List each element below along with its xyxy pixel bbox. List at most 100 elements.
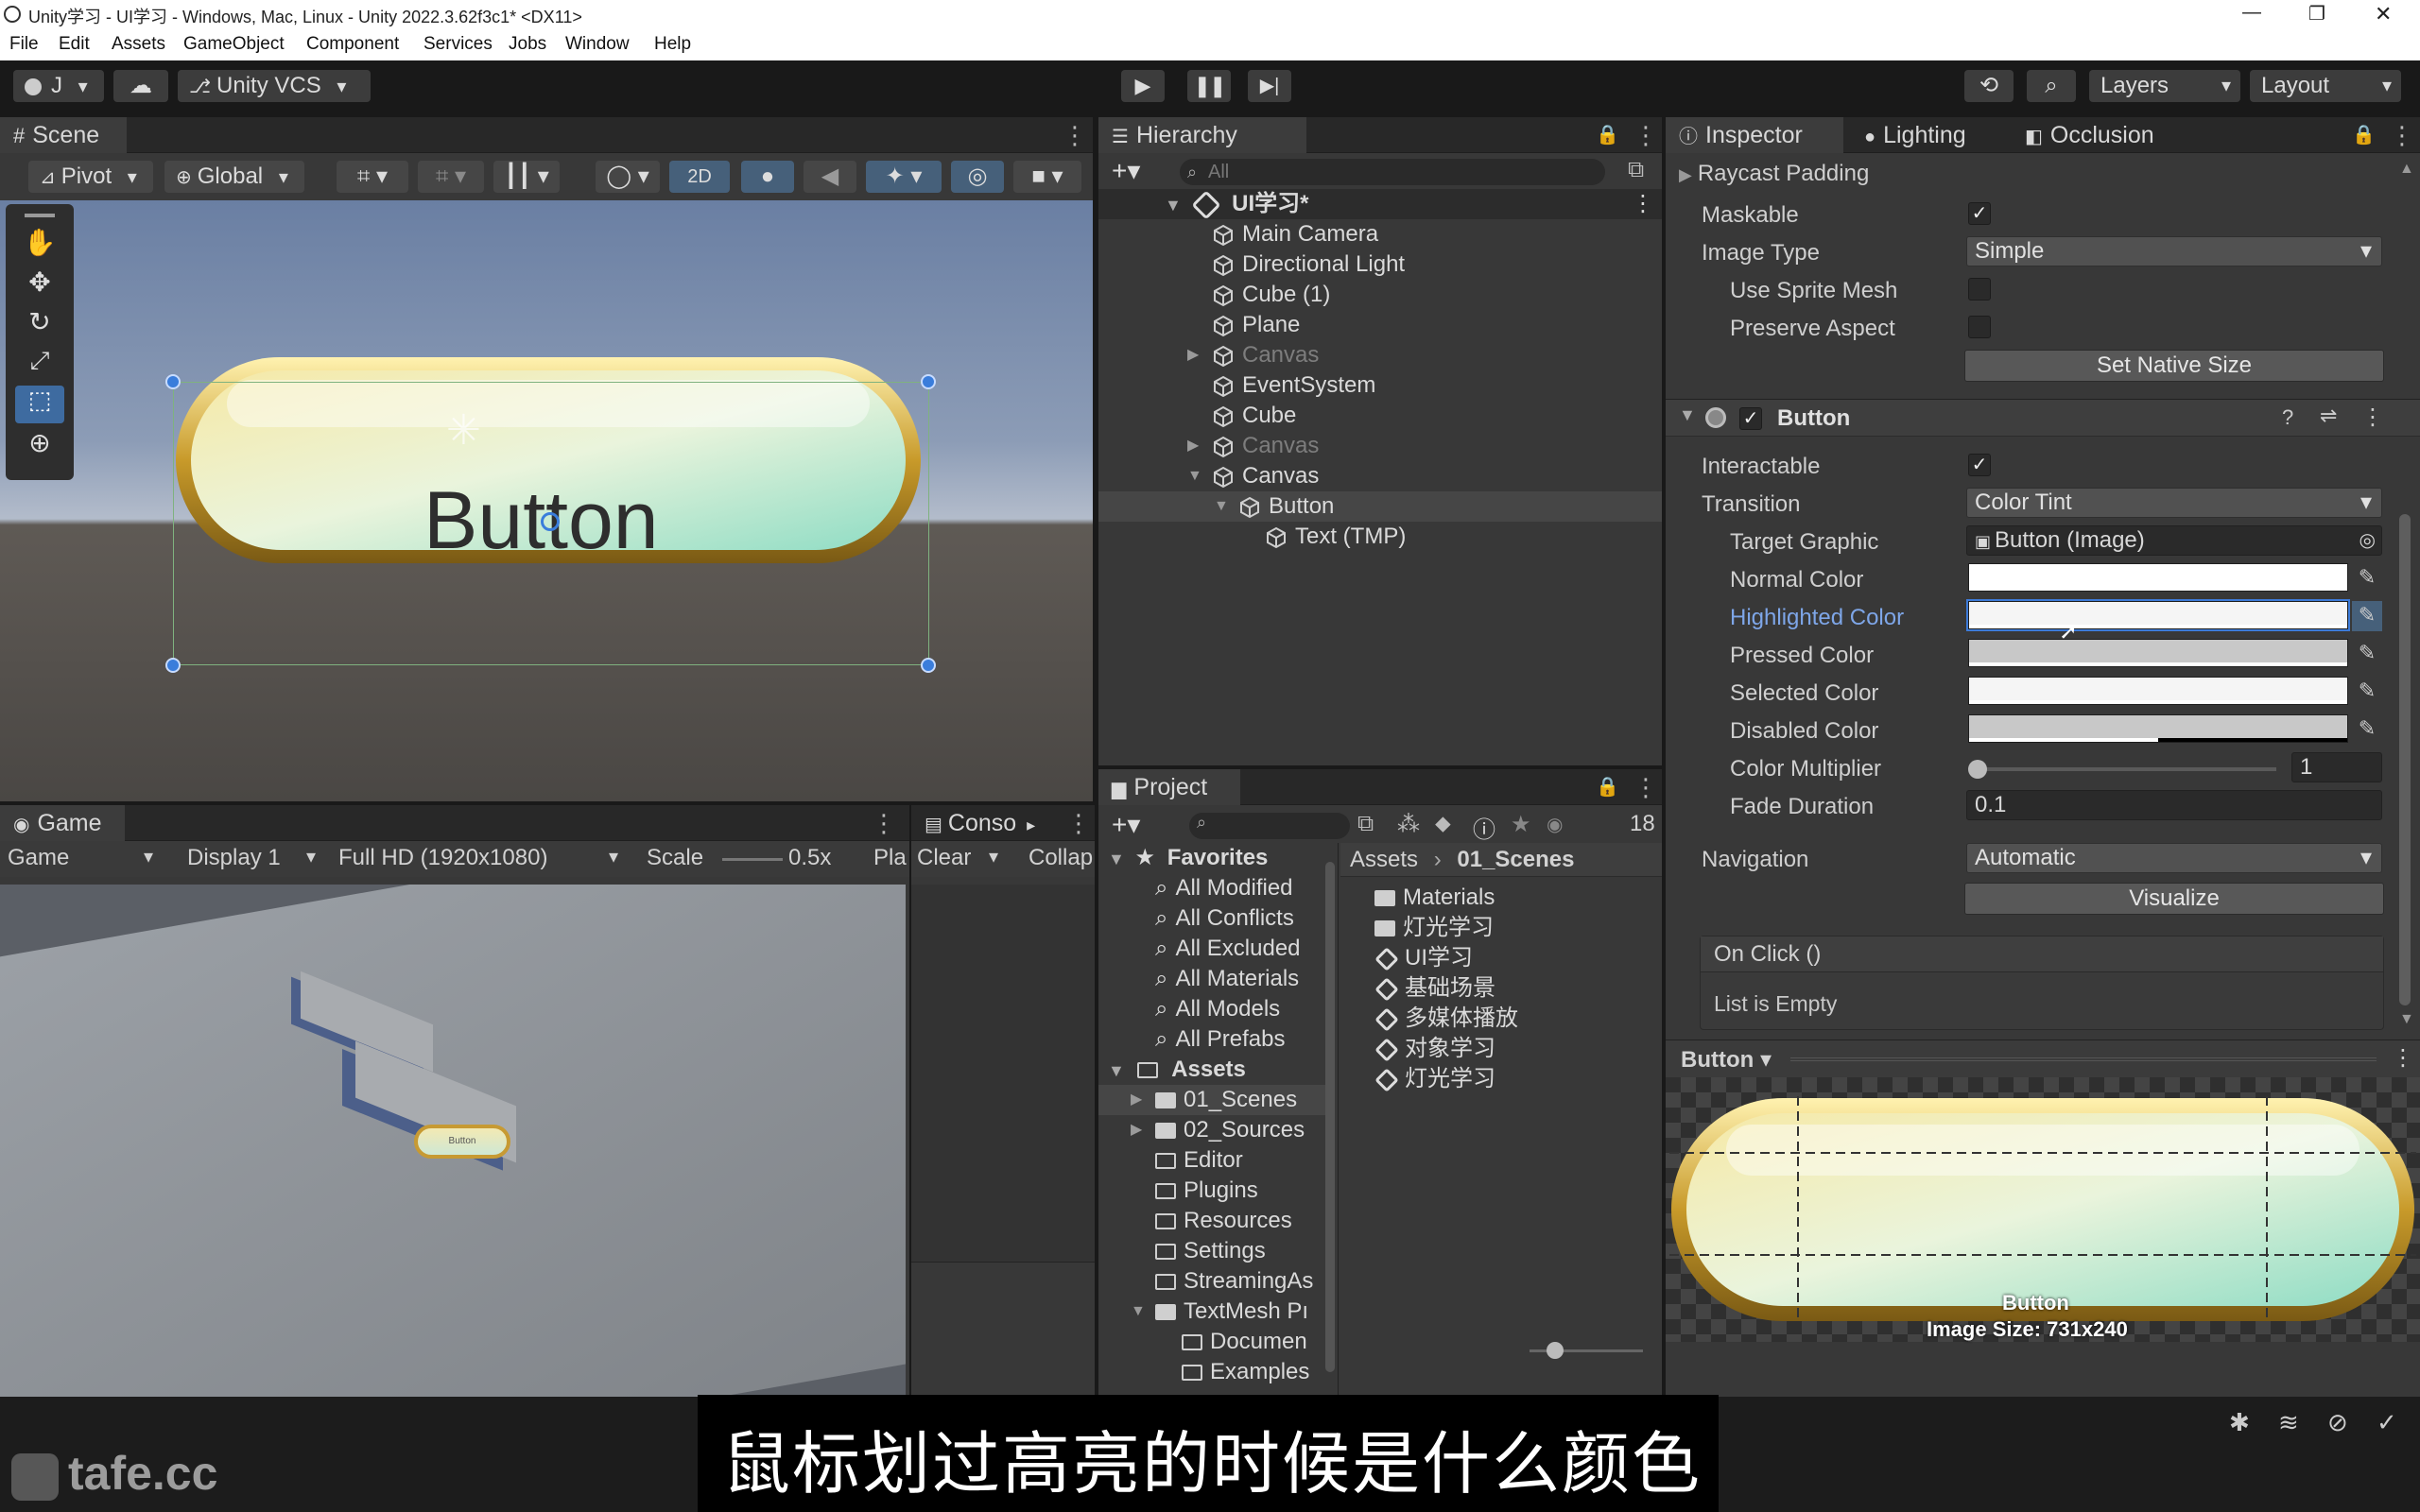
button-component-header[interactable]: ▼ ✓ Button ? ⇌ ⋮	[1666, 399, 2420, 437]
asset-file-item[interactable]: Materials	[1374, 883, 1495, 913]
asset-folder-item[interactable]: Documen	[1098, 1327, 1325, 1357]
chevron-up-icon[interactable]: ▲	[2399, 161, 2414, 178]
game-button-sprite[interactable]: Button	[414, 1125, 510, 1159]
interactable-checkbox[interactable]: ✓	[1968, 454, 1991, 476]
hierarchy-menu-icon[interactable]: ⋮	[1634, 123, 1658, 147]
tab-scene[interactable]: # Scene	[0, 117, 127, 153]
increment-snap-button[interactable]: ┃┃ ▾	[493, 161, 560, 193]
lock-icon[interactable]: 🔒	[1596, 123, 1619, 146]
maximize-button[interactable]: ❐	[2308, 2, 2325, 26]
chevron-down-icon[interactable]: ▼	[1679, 405, 1696, 425]
preview-menu-icon[interactable]: ⋮	[2392, 1044, 2414, 1072]
tab-console[interactable]: ▤ Conso ▸	[911, 805, 1063, 841]
chevron-right-icon[interactable]: ▶	[1187, 340, 1199, 370]
eyedropper-icon[interactable]: ✎	[2352, 601, 2382, 631]
rect-handle-bl[interactable]	[165, 658, 181, 673]
vcs-dropdown[interactable]: ⎇ Unity VCS	[178, 70, 371, 102]
inspector-menu-icon[interactable]: ⋮	[2390, 123, 2414, 147]
scale-slider[interactable]	[722, 858, 783, 861]
eyedropper-icon[interactable]: ✎	[2352, 563, 2382, 593]
pause-button[interactable]: ❚❚	[1187, 70, 1231, 102]
preview-dropdown[interactable]: Button ▾	[1681, 1046, 1772, 1074]
rect-handle-tl[interactable]	[165, 374, 181, 389]
hierarchy-search-input[interactable]: ⌕ All	[1180, 159, 1605, 185]
assets-header[interactable]: ▼ Assets	[1108, 1055, 1246, 1085]
visibility-toggle[interactable]: ◎	[951, 161, 1004, 193]
scene-menu-icon[interactable]: ⋮	[1063, 123, 1087, 147]
preset-icon[interactable]: ⇌	[2320, 404, 2337, 428]
asset-folder-item[interactable]: StreamingAs	[1098, 1266, 1325, 1297]
breadcrumb-assets[interactable]: Assets	[1350, 847, 1418, 872]
chevron-right-icon[interactable]: ▶	[1131, 1115, 1142, 1145]
camera-dropdown[interactable]: ■ ▾	[1013, 161, 1081, 193]
object-picker-icon[interactable]: ◎	[2360, 526, 2376, 555]
asset-file-item[interactable]: 多媒体播放	[1374, 1004, 1518, 1034]
asset-folder-item[interactable]: Editor	[1098, 1145, 1325, 1176]
menu-gameobject[interactable]: GameObject	[183, 34, 285, 55]
hierarchy-item[interactable]: Text (TMP)	[1098, 522, 1662, 552]
navigation-dropdown[interactable]: Automatic	[1966, 843, 2382, 873]
rect-handle-tr[interactable]	[921, 374, 936, 389]
2d-toggle[interactable]: 2D	[669, 161, 730, 193]
rect-tool-icon[interactable]: ⬚	[15, 386, 64, 423]
game-viewport[interactable]: Button	[0, 885, 906, 1397]
pivot-dropdown[interactable]: ⊿ Pivot	[28, 161, 153, 193]
favorite-item[interactable]: ⌕ All Models	[1155, 994, 1280, 1024]
use-sprite-mesh-checkbox[interactable]	[1968, 278, 1991, 301]
collapse-button[interactable]: Collap	[1028, 845, 1093, 871]
create-button[interactable]: +▾	[1112, 155, 1140, 186]
image-type-dropdown[interactable]: Simple	[1966, 236, 2382, 266]
global-dropdown[interactable]: ⊕ Global	[164, 161, 304, 193]
color-multiplier-field[interactable]: 1	[2291, 752, 2382, 782]
favorite-item[interactable]: ⌕ All Conflicts	[1155, 903, 1294, 934]
console-log-area[interactable]	[911, 885, 1095, 1263]
hierarchy-item[interactable]: ▼ Canvas	[1098, 461, 1662, 491]
debug-icon[interactable]: ⊘	[2327, 1408, 2348, 1437]
clear-button[interactable]: Clear	[917, 845, 971, 871]
maskable-checkbox[interactable]: ✓	[1968, 202, 1991, 225]
chevron-down-icon[interactable]: ▼	[1131, 1297, 1146, 1327]
account-dropdown[interactable]: J	[13, 70, 104, 102]
asset-folder-item[interactable]: ▶ 01_Scenes	[1098, 1085, 1325, 1115]
search-scene-icon[interactable]: ⧉	[1628, 157, 1644, 183]
eye-icon[interactable]: ◉	[1547, 813, 1563, 836]
color-swatch[interactable]	[1966, 599, 2350, 631]
hierarchy-item[interactable]: Plane	[1098, 310, 1662, 340]
help-icon[interactable]: ?	[2282, 405, 2293, 430]
game-menu-icon[interactable]: ⋮	[872, 811, 896, 835]
lighting-toggle[interactable]: ●	[741, 161, 794, 193]
project-menu-icon[interactable]: ⋮	[1634, 775, 1658, 799]
visualize-button[interactable]: Visualize	[1964, 883, 2384, 915]
color-swatch[interactable]	[1968, 639, 2348, 667]
color-swatch[interactable]	[1968, 563, 2348, 592]
scale-tool-icon[interactable]: ⤢	[15, 346, 64, 384]
inspector-scrollbar[interactable]	[2399, 514, 2411, 1005]
tab-hierarchy[interactable]: ☰ Hierarchy	[1098, 117, 1306, 153]
favorite-item[interactable]: ⌕ All Excluded	[1155, 934, 1301, 964]
palette-handle-icon[interactable]	[25, 214, 55, 217]
scene-viewport[interactable]: Button ✳	[0, 200, 1093, 801]
close-button[interactable]: ✕	[2375, 2, 2392, 26]
asset-file-item[interactable]: 灯光学习	[1374, 1064, 1495, 1094]
menu-edit[interactable]: Edit	[59, 34, 90, 55]
display-dropdown[interactable]: Display 1	[187, 845, 281, 871]
eyedropper-icon[interactable]: ✎	[2352, 714, 2382, 745]
history-button[interactable]: ⟲	[1964, 70, 2014, 102]
project-search-input[interactable]: ⌕	[1189, 813, 1350, 839]
asset-folder-item[interactable]: ▼ TextMesh Pı	[1098, 1297, 1325, 1327]
tab-project[interactable]: ▆ Project	[1098, 769, 1240, 805]
check-icon[interactable]: ✓	[2377, 1408, 2397, 1437]
menu-component[interactable]: Component	[306, 34, 399, 55]
chevron-down-icon[interactable]: ▼	[2399, 1011, 2414, 1028]
color-swatch[interactable]	[1968, 677, 2348, 705]
search-by-type-icon[interactable]: ⧉	[1357, 811, 1374, 837]
anchor-icon[interactable]: ✳	[446, 406, 481, 455]
play-mode-dropdown[interactable]: Pla	[873, 845, 907, 871]
raycast-padding-foldout[interactable]: ▶ Raycast Padding	[1679, 161, 1869, 187]
hand-tool-icon[interactable]: ✋	[15, 227, 64, 265]
rect-handle-br[interactable]	[921, 658, 936, 673]
cache-icon[interactable]: ≋	[2278, 1408, 2299, 1437]
preview-resize-handle[interactable]	[1790, 1057, 2377, 1061]
menu-file[interactable]: File	[9, 34, 39, 55]
hierarchy-item[interactable]: Cube	[1098, 401, 1662, 431]
